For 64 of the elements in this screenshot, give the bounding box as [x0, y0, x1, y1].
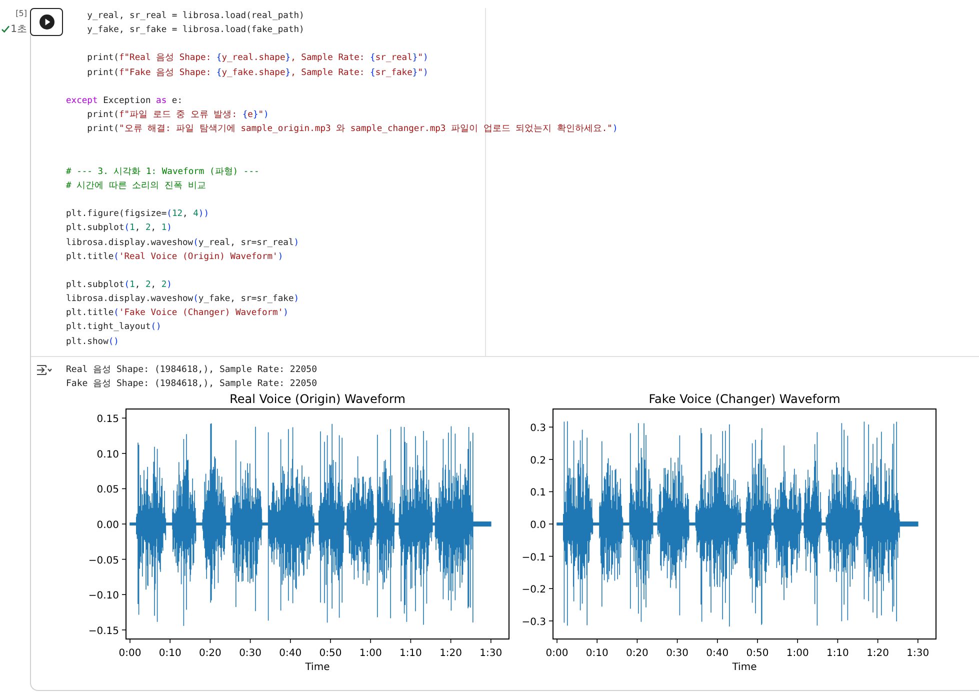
run-button[interactable] — [30, 8, 63, 36]
output-icon[interactable] — [36, 364, 52, 376]
code-line: y_fake, sr_fake = librosa.load(fake_path) — [86, 24, 306, 38]
tick-label: 0.05 — [96, 485, 119, 496]
tick-label: −0.15 — [88, 626, 119, 638]
tick-label: 1:30 — [906, 648, 930, 660]
tick-label: 0:20 — [198, 648, 222, 660]
tick-label: 0:40 — [706, 648, 729, 660]
code-line: # 시간에 따른 소리의 진폭 비교 — [66, 180, 207, 193]
tick-label: 0:30 — [666, 648, 689, 660]
tick-label: −0.3 — [522, 617, 546, 628]
code-line: plt.subplot(1, 2, 2) — [66, 278, 173, 292]
code-line: librosa.display.waveshow(y_fake, sr=sr_fake) — [66, 293, 300, 306]
tick-label: 0:30 — [239, 648, 262, 660]
tick-label: 0.10 — [96, 450, 119, 461]
tick-label: 1:00 — [359, 648, 382, 660]
code-line: plt.figure(figsize=(12, 4)) — [66, 208, 210, 222]
tick-label: 1:20 — [866, 648, 890, 660]
tick-label: −0.1 — [522, 552, 546, 564]
output-line: Fake 음성 Shape: (1984618,), Sample Rate: 22050 — [66, 378, 317, 392]
chart-title: Fake Voice (Changer) Waveform — [648, 392, 840, 406]
tick-label: 0:40 — [279, 648, 302, 660]
code-line: except Exception as e: — [66, 94, 184, 108]
code-line: print(f"Real 음성 Shape: {y_real.shape}, Sample Rate: {sr_real}") — [86, 52, 430, 66]
tick-label: 0.1 — [530, 488, 546, 500]
code-line: print("오류 해결: 파일 탐색기에 sample_origin.mp3 와 sample_changer.mp3 파일이 업로드 되었는지 확인하세요.") — [86, 123, 619, 136]
tick-label: −0.2 — [522, 584, 546, 596]
tick-label: 0.15 — [96, 414, 119, 426]
tick-label: 0:00 — [546, 648, 568, 660]
code-line: y_real, sr_real = librosa.load(real_path) — [86, 10, 306, 23]
output-line: Real 음성 Shape: (1984618,), Sample Rate: 22050 — [66, 364, 317, 377]
axis-label: Time — [732, 662, 757, 674]
tick-label: 0:00 — [118, 648, 142, 660]
run-duration: 1초 — [10, 23, 27, 36]
code-line: print(f"Fake 음성 Shape: {y_fake.shape}, Sample Rate: {sr_fake}") — [86, 66, 430, 80]
code-line: plt.tight_layout() — [66, 321, 162, 334]
code-line: plt.show() — [66, 336, 120, 349]
tick-label: 1:30 — [480, 648, 502, 660]
axis-label: Time — [305, 662, 330, 674]
play-icon — [38, 14, 54, 30]
tick-label: 0.00 — [96, 520, 119, 532]
chart-title: Real Voice (Origin) Waveform — [230, 392, 406, 406]
code-line: plt.title('Real Voice (Origin) Waveform') — [66, 250, 284, 264]
tick-label: 0.0 — [530, 520, 546, 532]
execution-count: [5] — [16, 9, 27, 18]
code-line: plt.title('Fake Voice (Changer) Waveform') — [66, 307, 290, 320]
tick-label: 0:50 — [746, 648, 769, 660]
tick-label: 0:10 — [158, 648, 182, 660]
code-line: # --- 3. 시각화 1: Waveform (파형) --- — [66, 166, 260, 179]
tick-label: 1:10 — [399, 648, 422, 660]
tick-label: 1:00 — [786, 648, 809, 660]
tick-label: 0:20 — [626, 648, 648, 660]
tick-label: −0.10 — [88, 590, 119, 602]
code-line: plt.subplot(1, 2, 1) — [66, 222, 173, 236]
tick-label: 0.3 — [530, 423, 546, 434]
tick-label: 0:50 — [319, 648, 342, 660]
tick-label: 1:10 — [826, 648, 849, 660]
check-icon — [0, 25, 10, 33]
code-line: print(f"파일 로드 중 오류 발생: {e}") — [86, 109, 270, 122]
tick-label: 1:20 — [440, 648, 462, 660]
tick-label: −0.05 — [88, 556, 119, 567]
tick-label: 0.2 — [530, 456, 546, 467]
code-line: librosa.display.waveshow(y_real, sr=sr_real) — [66, 236, 300, 250]
tick-label: 0:10 — [586, 648, 608, 660]
